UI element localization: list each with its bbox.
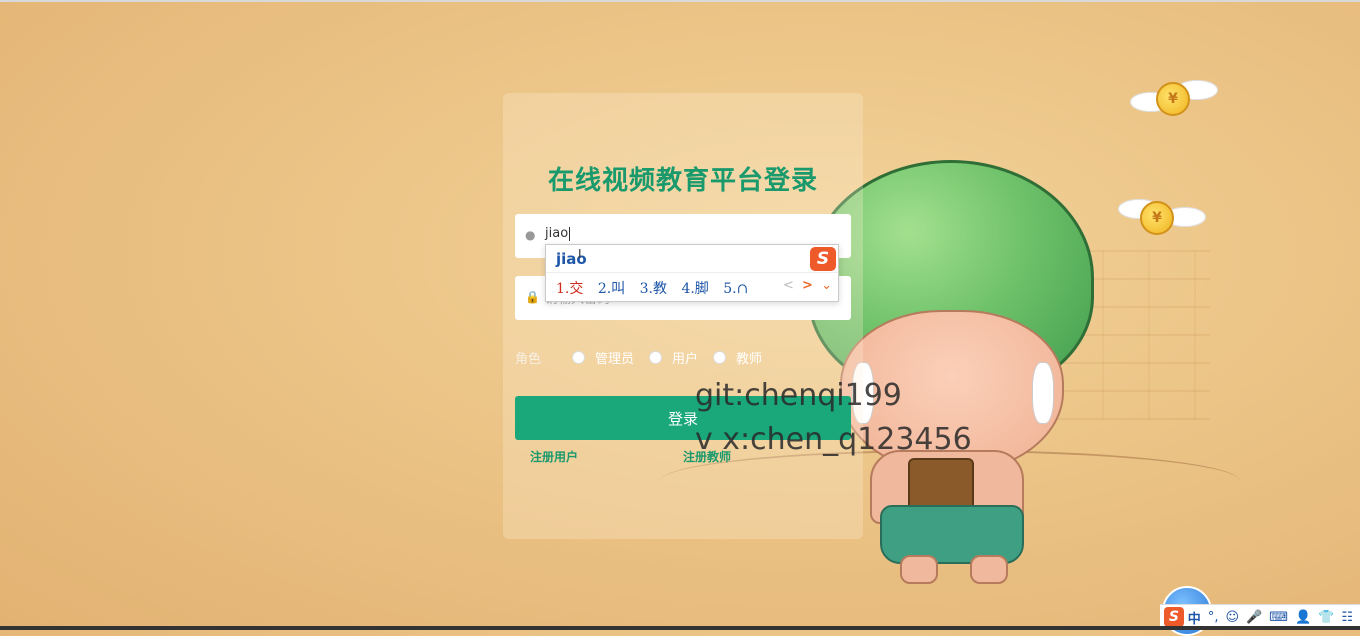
toolbox-icon[interactable]: ☷ <box>1341 610 1353 625</box>
divider <box>546 272 838 273</box>
wallet-icon <box>908 458 974 512</box>
ime-candidate[interactable]: 3.教 <box>640 278 667 298</box>
watermark-line: v x:chen_q123456 <box>695 422 972 457</box>
prev-page-icon[interactable]: < <box>783 278 794 293</box>
skin-icon[interactable]: 👕 <box>1318 610 1334 625</box>
lock-icon: 🔒 <box>525 290 540 304</box>
user-icon: ● <box>525 228 536 242</box>
coin-icon: ¥ <box>1140 201 1174 235</box>
role-label: 角色 <box>515 352 542 367</box>
ime-candidate[interactable]: 1.交 <box>556 278 583 298</box>
ime-candidate[interactable]: 5.∩ <box>723 281 748 297</box>
sogou-logo-icon[interactable]: S <box>1164 607 1184 627</box>
radio-button[interactable] <box>649 351 662 364</box>
language-toggle[interactable]: 中 <box>1188 608 1201 627</box>
role-option-user[interactable]: 用户 <box>649 348 698 367</box>
expand-icon[interactable]: ⌄ <box>821 278 832 293</box>
watermark-line: git:chenqi199 <box>695 378 902 413</box>
radio-button[interactable] <box>713 351 726 364</box>
ime-composition: jiao <box>556 250 587 268</box>
username-value: jiao <box>545 226 569 241</box>
punctuation-toggle[interactable]: °, <box>1208 610 1219 625</box>
radio-button[interactable] <box>572 351 585 364</box>
ime-candidate[interactable]: 4.脚 <box>681 278 708 298</box>
ime-candidate[interactable]: 2.叫 <box>598 278 625 298</box>
microphone-icon[interactable]: 🎤 <box>1246 610 1262 625</box>
next-page-icon[interactable]: > <box>802 278 813 293</box>
ime-nav: < > ⌄ <box>779 278 832 293</box>
ime-candidate-popup: jiao S 1.交 2.叫 3.教 4.脚 5.∩ < > ⌄ <box>545 244 839 302</box>
register-user-link[interactable]: 注册用户 <box>530 448 578 465</box>
emoji-icon[interactable]: ☺ <box>1225 610 1239 625</box>
keyboard-icon[interactable]: ⌨ <box>1269 610 1288 625</box>
coin-icon: ¥ <box>1156 82 1190 116</box>
top-border <box>0 0 1360 2</box>
bottom-border <box>0 626 1360 630</box>
ime-candidate-list: 1.交 2.叫 3.教 4.脚 5.∩ <box>556 278 758 298</box>
page-title: 在线视频教育平台登录 <box>547 166 818 196</box>
role-option-teacher[interactable]: 教师 <box>713 348 762 367</box>
text-caret <box>569 226 571 241</box>
user-icon[interactable]: 👤 <box>1295 610 1311 625</box>
sogou-logo-icon[interactable]: S <box>810 247 836 271</box>
mouse-text-cursor-icon: I <box>578 247 582 261</box>
role-option-admin[interactable]: 管理员 <box>572 348 634 367</box>
